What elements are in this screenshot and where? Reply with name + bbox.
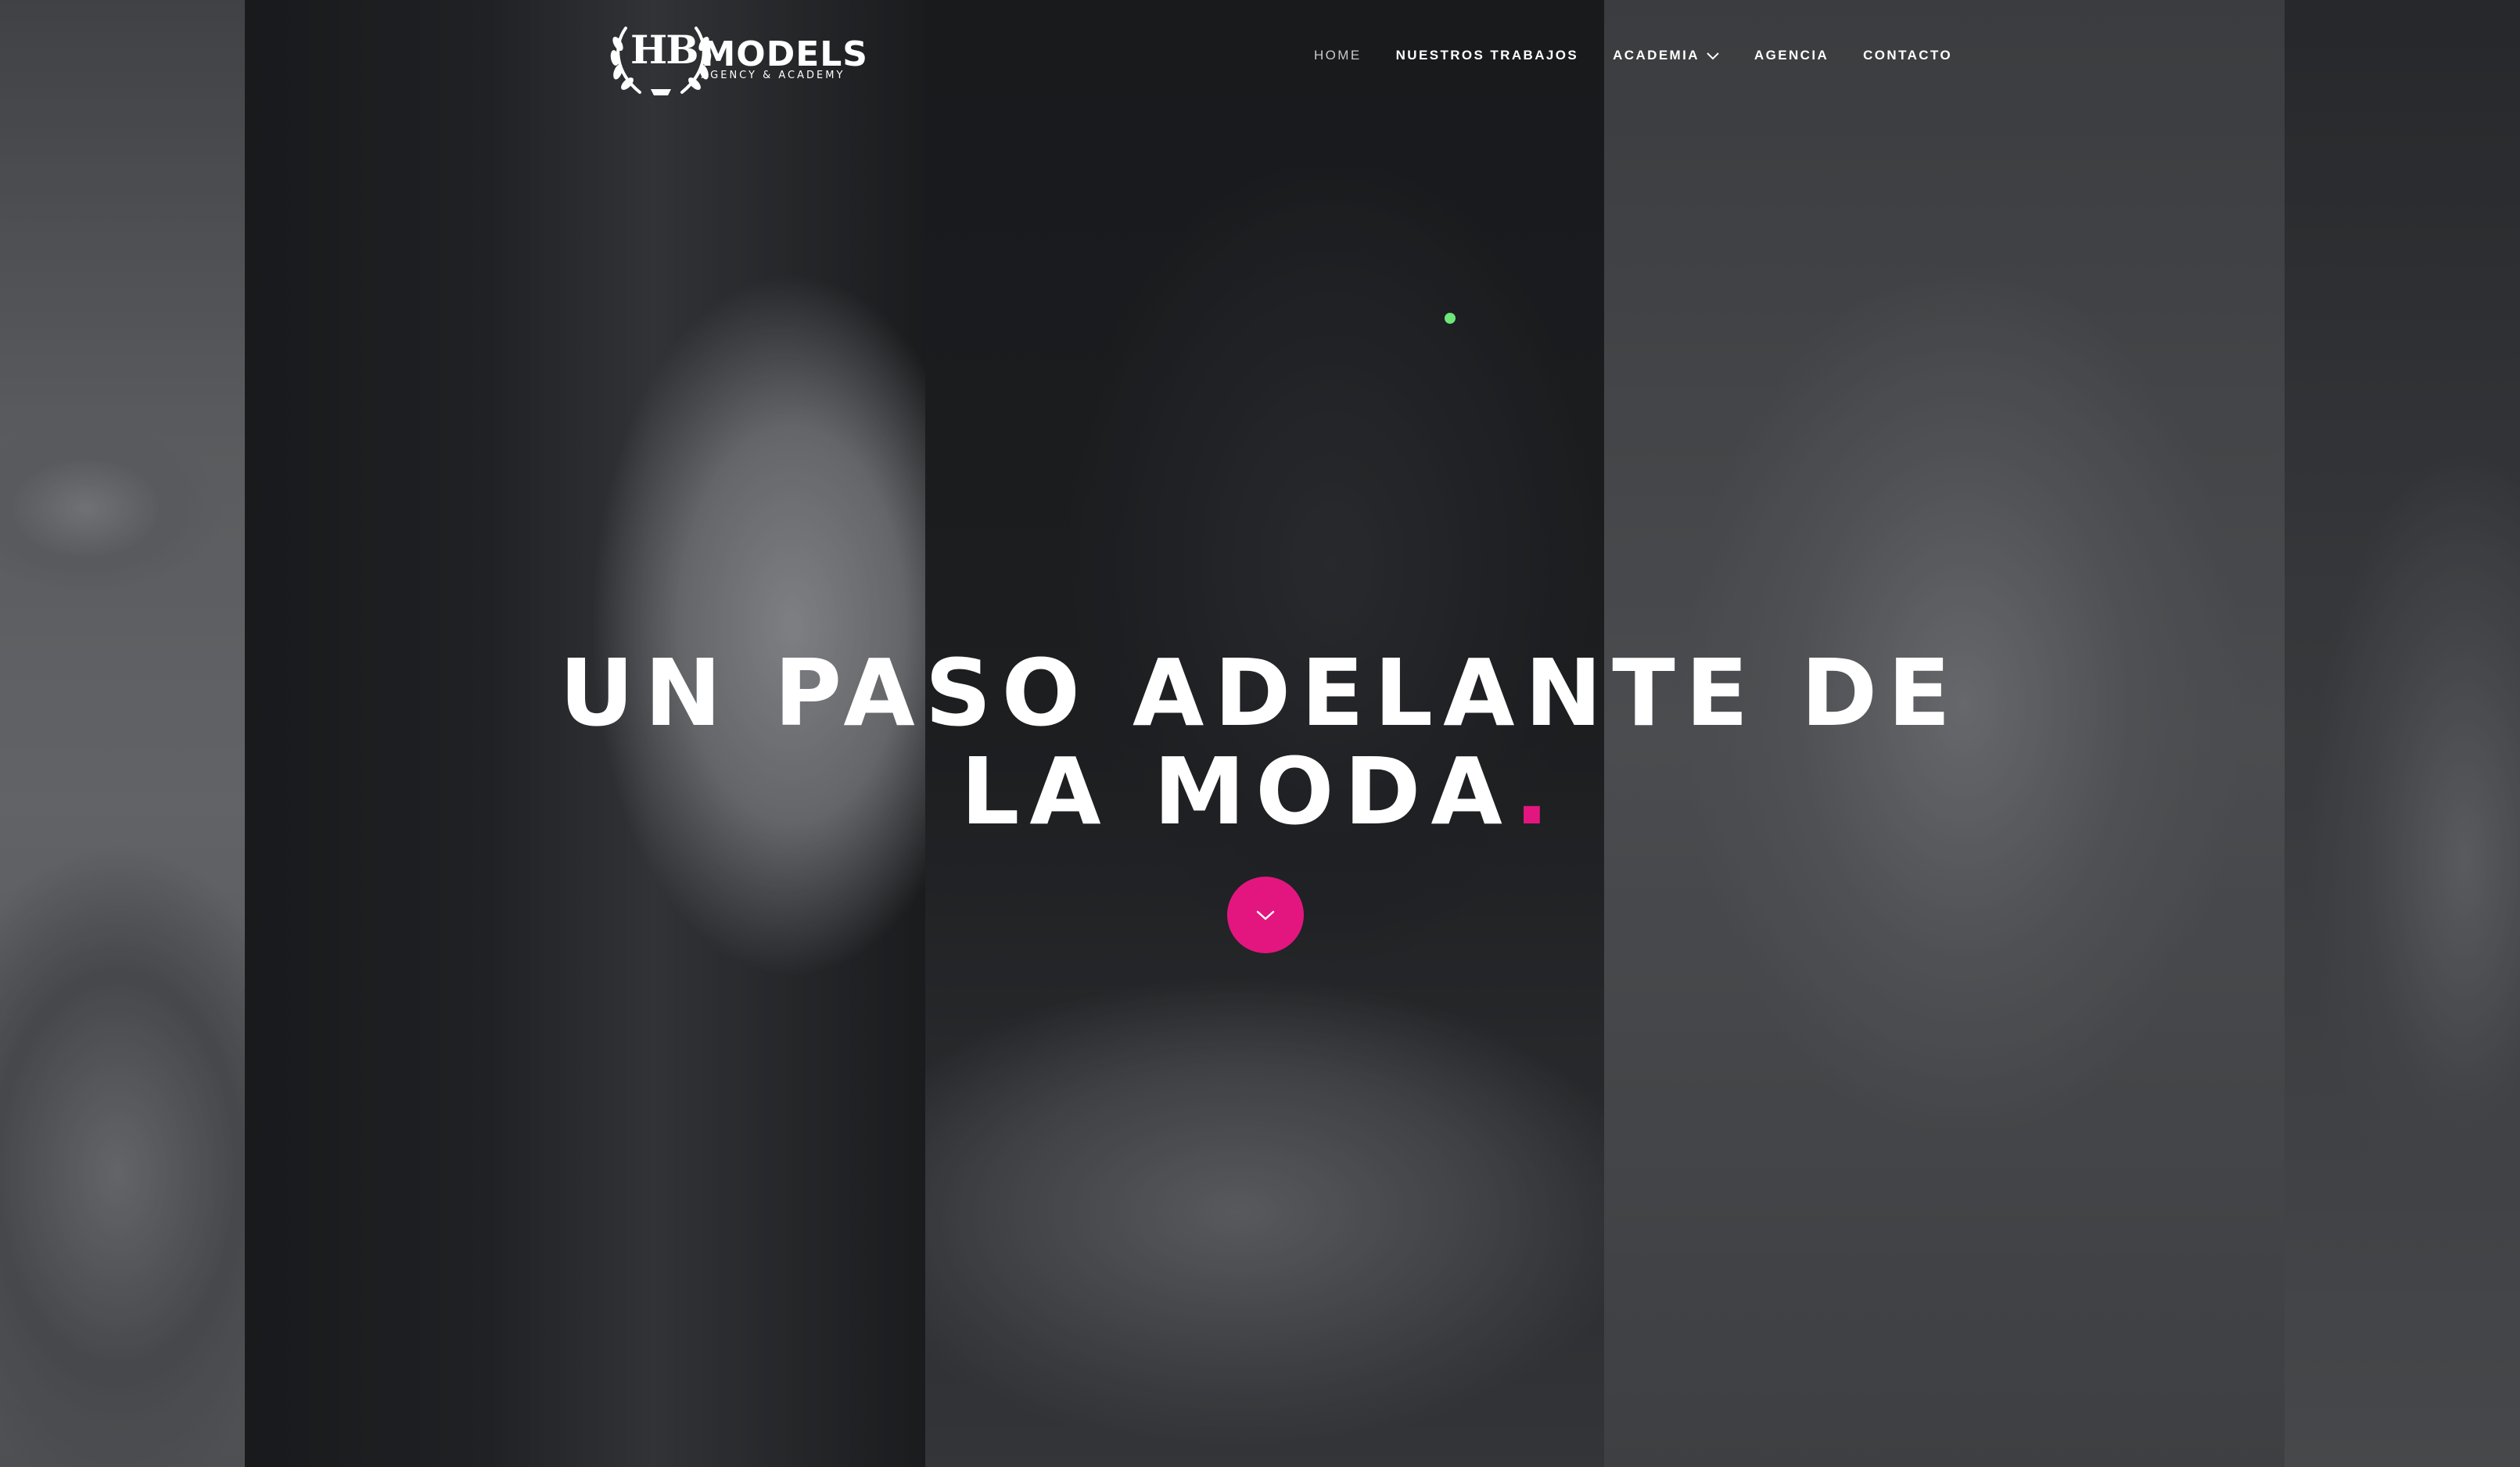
site-header: HB MODELS AGENCY & ACADEMY HOME NUESTROS…	[0, 0, 2520, 109]
nav-item-contacto[interactable]: CONTACTO	[1863, 48, 1952, 63]
chevron-down-icon	[1707, 52, 1719, 60]
nav-item-label: ACADEMIA	[1613, 48, 1700, 63]
main-nav: HOME NUESTROS TRABAJOS ACADEMIA AGENCIA …	[1314, 44, 1952, 67]
nav-item-label: CONTACTO	[1863, 48, 1953, 63]
status-dot	[1445, 313, 1456, 324]
hero-title: UN PASO ADELANTE DE LA MODA.	[478, 644, 2042, 841]
hero-title-line-2: LA MODA.	[478, 742, 2042, 841]
logo-emblem-text: HB	[630, 27, 699, 73]
nav-item-label: AGENCIA	[1754, 48, 1829, 63]
hero-title-line-1: UN PASO ADELANTE DE	[559, 639, 1961, 748]
logo-emblem: HB	[602, 17, 712, 100]
scroll-down-button[interactable]	[1227, 877, 1304, 953]
chevron-down-icon	[1256, 910, 1275, 920]
hero-title-line-2-text: LA MODA	[960, 737, 1514, 846]
nav-item-home[interactable]: HOME	[1314, 48, 1362, 63]
site-logo[interactable]: HB MODELS AGENCY & ACADEMY	[602, 17, 868, 100]
nav-item-label: NUESTROS TRABAJOS	[1395, 48, 1579, 63]
nav-item-nuestros-trabajos[interactable]: NUESTROS TRABAJOS	[1396, 48, 1579, 63]
nav-item-label: HOME	[1314, 48, 1362, 63]
logo-tagline: AGENCY & ACADEMY	[701, 70, 845, 81]
logo-wordmark: MODELS AGENCY & ACADEMY	[702, 36, 869, 81]
nav-item-agencia[interactable]: AGENCIA	[1754, 48, 1829, 63]
nav-item-academia[interactable]: ACADEMIA	[1613, 48, 1720, 63]
page: HB MODELS AGENCY & ACADEMY HOME NUESTROS…	[0, 0, 2520, 1467]
hero-accent-dot: .	[1513, 737, 1560, 846]
logo-name: MODELS	[701, 34, 868, 74]
